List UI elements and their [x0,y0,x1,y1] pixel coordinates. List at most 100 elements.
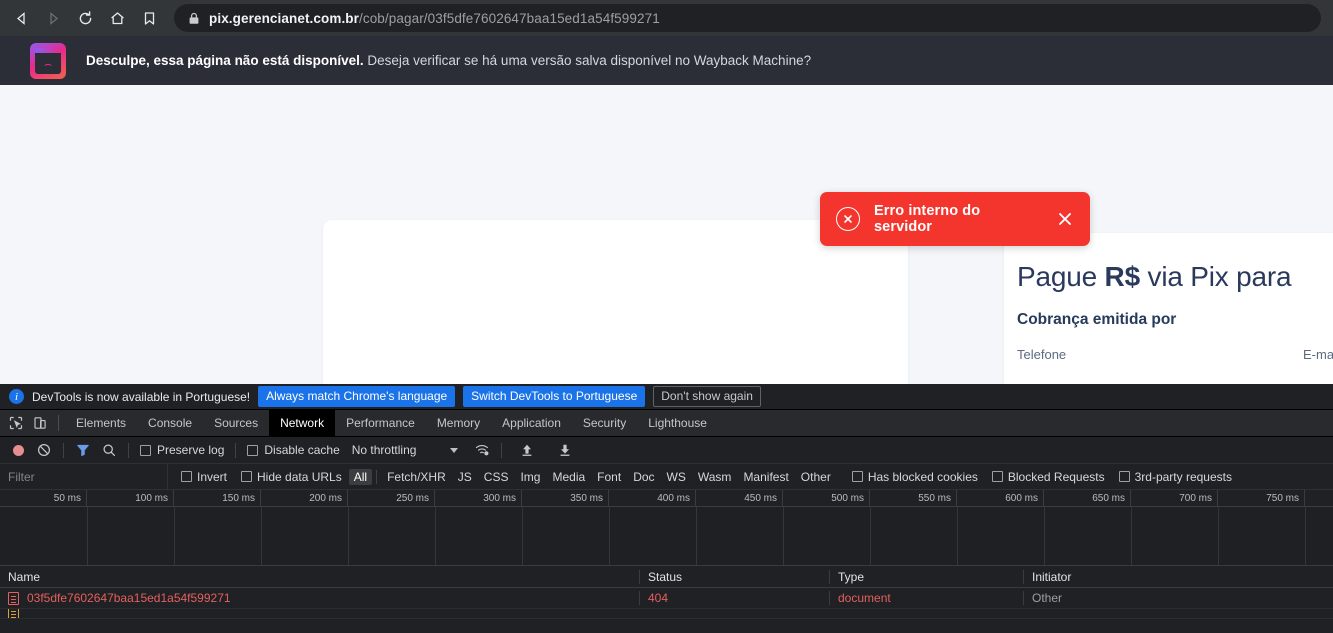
inspect-element-icon[interactable] [4,412,28,434]
tab-performance[interactable]: Performance [335,410,426,437]
has-blocked-cookies-label: Has blocked cookies [867,469,978,484]
forward-button[interactable] [38,3,68,33]
address-label: Endereço [1017,382,1303,384]
overview-gridline [1218,507,1219,565]
disable-cache-checkbox[interactable]: Disable cache [243,443,343,457]
type-filter-js[interactable]: JS [452,470,478,484]
reload-button[interactable] [70,3,100,33]
third-party-requests-checkbox[interactable]: 3rd-party requests [1112,470,1239,484]
filter-input[interactable]: Filter [0,463,168,490]
network-conditions-icon[interactable] [470,439,494,461]
type-filter-img[interactable]: Img [514,470,546,484]
divider [501,442,503,458]
preserve-log-label: Preserve log [157,443,225,457]
lock-icon [188,12,200,25]
download-icon[interactable] [553,439,577,461]
always-match-language-button[interactable]: Always match Chrome's language [258,386,456,407]
tab-security[interactable]: Security [572,410,637,437]
devtools-language-notice: i DevTools is now available in Portugues… [0,384,1333,410]
column-header-status[interactable]: Status [639,569,829,584]
invert-checkbox[interactable]: Invert [174,470,234,484]
tab-console[interactable]: Console [137,410,203,437]
error-toast: Erro interno do servidor [820,192,1090,246]
tab-memory[interactable]: Memory [426,410,491,437]
table-row[interactable] [0,609,1333,619]
type-filter-doc[interactable]: Doc [627,470,660,484]
timeline-tick: 200 ms [261,490,348,507]
notice-text: DevTools is now available in Portuguese! [32,389,251,404]
type-filter-manifest[interactable]: Manifest [737,470,794,484]
sad-page-icon: ⌢ [30,42,66,79]
type-filter-fetch-xhr[interactable]: Fetch/XHR [381,470,452,484]
overview-gridline [609,507,610,565]
blocked-requests-checkbox[interactable]: Blocked Requests [985,470,1112,484]
switch-to-portuguese-button[interactable]: Switch DevTools to Portuguese [463,386,646,407]
network-filter-bar: Filter Invert Hide data URLs All Fetch/X… [0,463,1333,490]
divider [63,442,64,458]
tab-application[interactable]: Application [491,410,572,437]
request-type: document [829,591,1023,605]
type-filter-css[interactable]: CSS [478,470,515,484]
throttling-select[interactable]: No throttling [346,443,459,457]
network-toolbar: Preserve log Disable cache No throttling [0,437,1333,464]
table-row[interactable]: 03f5dfe7602647baa15ed1a54f599271 404 doc… [0,588,1333,609]
wayback-headline: Desculpe, essa página não está disponíve… [86,53,364,68]
tab-elements[interactable]: Elements [65,410,137,437]
clear-icon[interactable] [32,439,56,461]
type-filter-font[interactable]: Font [591,470,627,484]
preserve-log-checkbox[interactable]: Preserve log [136,443,228,457]
column-header-type[interactable]: Type [829,569,1023,584]
divider [376,469,378,484]
back-button[interactable] [6,3,36,33]
tab-lighthouse[interactable]: Lighthouse [637,410,718,437]
home-button[interactable] [102,3,132,33]
checkbox-box [851,471,863,482]
type-filter-wasm[interactable]: Wasm [692,470,738,484]
blocked-requests-label: Blocked Requests [1007,469,1105,484]
wayback-machine-banner: ⌢ Desculpe, essa página não está disponí… [0,36,1333,85]
contact-fields-row: Telefone E-ma [1004,329,1333,362]
tab-network[interactable]: Network [269,409,336,437]
address-bar[interactable]: pix.gerencianet.com.br/cob/pagar/03f5dfe… [174,4,1321,32]
type-filter-media[interactable]: Media [546,470,591,484]
overview-gridline [261,507,262,565]
document-icon [8,591,19,605]
divider [58,415,59,431]
invert-label: Invert [197,469,228,484]
record-stop-icon[interactable] [6,439,30,461]
disable-cache-label: Disable cache [264,443,340,457]
email-label: E-ma [1303,347,1333,362]
hide-data-urls-checkbox[interactable]: Hide data URLs [234,470,349,484]
search-icon[interactable] [97,439,121,461]
tab-sources[interactable]: Sources [203,410,269,437]
has-blocked-cookies-checkbox[interactable]: Has blocked cookies [845,470,985,484]
error-circle-icon [836,207,860,231]
overview-gridline [435,507,436,565]
url-path: /cob/pagar/03f5dfe7602647baa15ed1a54f599… [359,10,660,26]
browser-toolbar: pix.gerencianet.com.br/cob/pagar/03f5dfe… [0,0,1333,36]
close-icon[interactable] [1056,210,1074,228]
requests-table: Name Status Type Initiator 03f5dfe760264… [0,566,1333,633]
filter-funnel-icon[interactable] [71,439,95,461]
device-toolbar-icon[interactable] [28,412,52,434]
type-filter-ws[interactable]: WS [661,470,692,484]
timeline-tick: 400 ms [609,490,696,507]
payment-card-left [323,220,908,384]
type-filter-all[interactable]: All [348,468,373,485]
dont-show-again-button[interactable]: Don't show again [653,386,761,407]
timeline-tick: 750 ms [1218,490,1305,507]
checkbox-box [181,471,192,482]
checkbox-box [241,471,253,482]
column-header-initiator[interactable]: Initiator [1023,569,1333,584]
column-header-name[interactable]: Name [0,570,639,584]
upload-icon[interactable] [515,439,539,461]
bookmark-button[interactable] [134,3,164,33]
table-header-row: Name Status Type Initiator [0,566,1333,588]
request-name: 03f5dfe7602647baa15ed1a54f599271 [27,591,231,605]
network-overview[interactable] [0,507,1333,566]
third-party-requests-label: 3rd-party requests [1134,469,1232,484]
type-filter-other[interactable]: Other [795,470,837,484]
timeline-tick: 50 ms [0,490,87,507]
devtools-tabbar: Elements Console Sources Network Perform… [0,409,1333,437]
overview-gridline [1044,507,1045,565]
